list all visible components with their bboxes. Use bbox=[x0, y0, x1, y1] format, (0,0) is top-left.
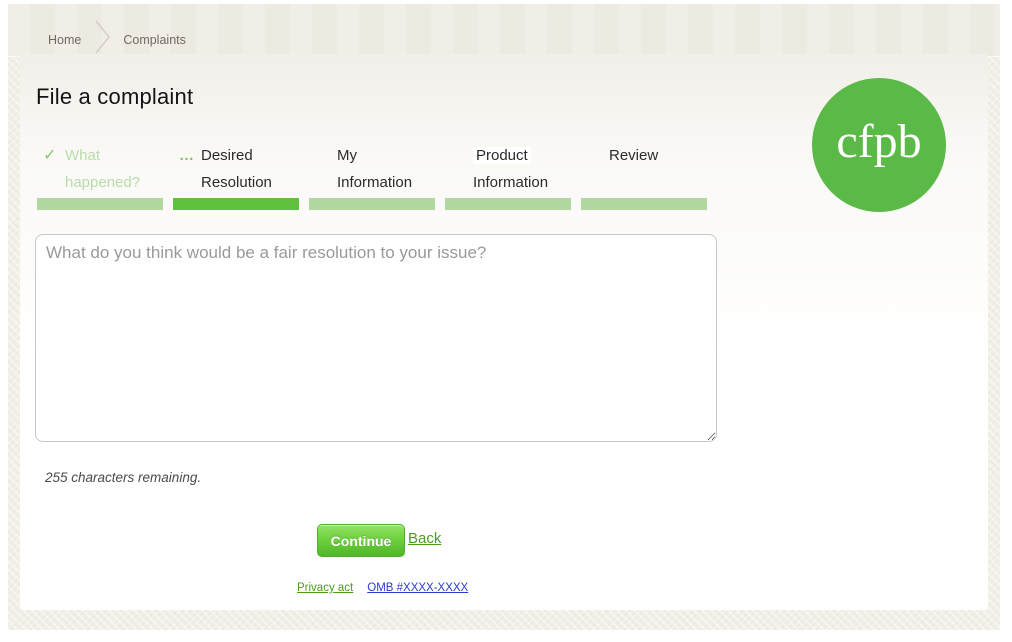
step-what-happened[interactable]: ✓ What happened? bbox=[37, 142, 163, 210]
cfpb-logo: cfpb bbox=[812, 78, 946, 212]
footer-links: Privacy act OMB #XXXX-XXXX bbox=[297, 582, 468, 594]
step-label: My Information bbox=[309, 142, 435, 196]
page-frame: Home Complaints File a complaint cfpb ✓ … bbox=[8, 4, 1000, 630]
step-label-line2: Information bbox=[337, 174, 413, 191]
step-label-line1: My bbox=[337, 147, 357, 164]
step-desired-resolution[interactable]: … Desired Resolution bbox=[173, 142, 299, 210]
breadcrumb-item-complaints: Complaints bbox=[123, 32, 186, 47]
continue-button[interactable]: Continue bbox=[317, 524, 405, 557]
back-link[interactable]: Back bbox=[408, 530, 441, 547]
cfpb-logo-text: cfpb bbox=[836, 115, 922, 168]
step-my-information[interactable]: My Information bbox=[309, 142, 435, 210]
content-panel: File a complaint cfpb ✓ What happened? …… bbox=[20, 54, 988, 610]
step-label-line1: Desired bbox=[201, 147, 253, 164]
step-label: Review bbox=[581, 142, 707, 196]
header-band: Home Complaints bbox=[8, 4, 1000, 57]
step-label-line2: Resolution bbox=[201, 174, 272, 191]
steps-nav: ✓ What happened? … Desired Resolution My bbox=[37, 142, 717, 210]
step-product-information[interactable]: Product Information bbox=[445, 142, 571, 210]
check-icon: ✓ bbox=[43, 147, 57, 164]
step-label-line1: Product bbox=[473, 147, 531, 164]
breadcrumb-item-home[interactable]: Home bbox=[48, 30, 81, 50]
step-label-line1: Review bbox=[609, 147, 659, 164]
page-title: File a complaint bbox=[36, 84, 194, 109]
resolution-textarea[interactable] bbox=[35, 234, 717, 442]
step-progress-bar bbox=[581, 198, 707, 210]
step-progress-bar bbox=[445, 198, 571, 210]
step-label-line1: What bbox=[65, 147, 101, 164]
omb-link[interactable]: OMB #XXXX-XXXX bbox=[367, 582, 468, 594]
step-label-line2: Information bbox=[473, 174, 549, 191]
step-progress-bar bbox=[37, 198, 163, 210]
ellipsis-icon: … bbox=[179, 147, 195, 164]
step-progress-bar bbox=[309, 198, 435, 210]
step-label-line2: happened? bbox=[65, 174, 141, 191]
step-label: Product Information bbox=[445, 142, 571, 196]
chars-remaining: 255 characters remaining. bbox=[45, 470, 202, 485]
step-review[interactable]: Review bbox=[581, 142, 707, 210]
privacy-act-link[interactable]: Privacy act bbox=[297, 582, 353, 594]
step-progress-bar bbox=[173, 198, 299, 210]
